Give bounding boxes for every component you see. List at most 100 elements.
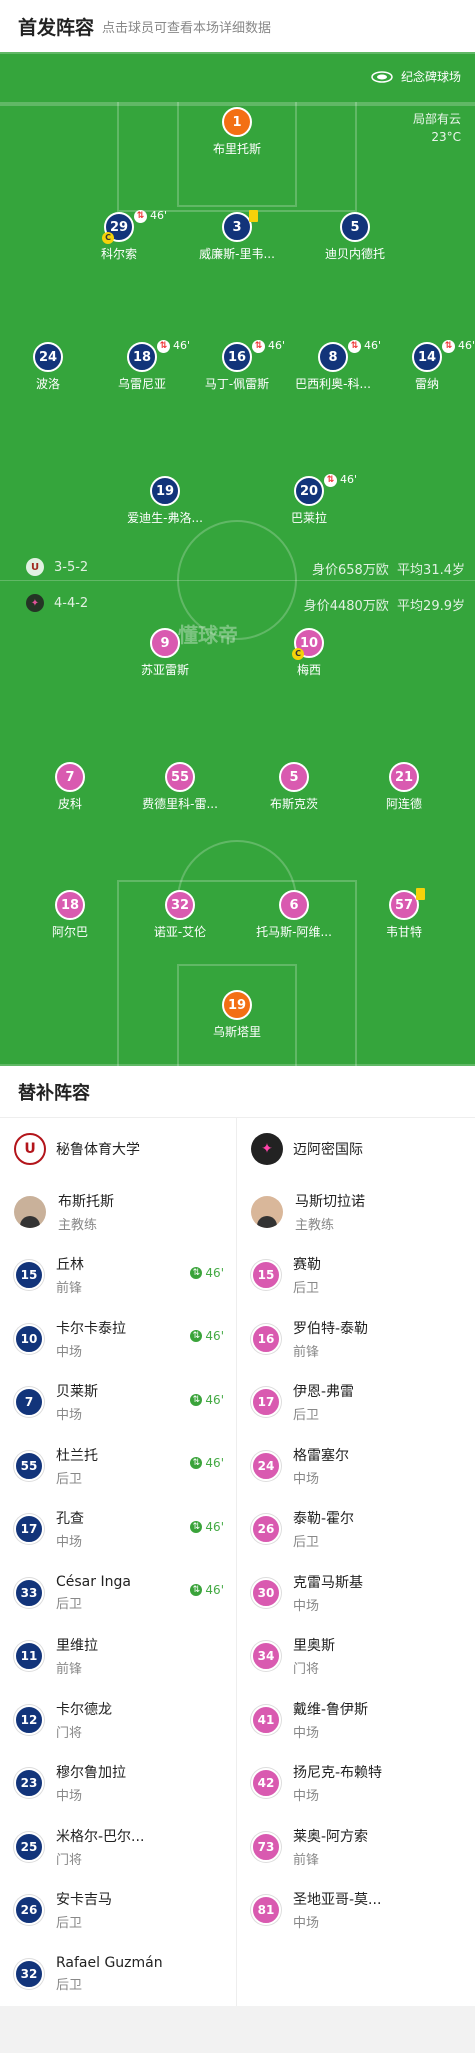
player-number: 26 (251, 1514, 281, 1545)
home-player[interactable]: 19 爱迪生-弗洛... (110, 476, 220, 526)
player-position: 后卫 (56, 1977, 83, 1993)
player-number: 25 (14, 1831, 44, 1862)
bench-player[interactable]: 23 穆尔鲁加拉 中场 (0, 1752, 236, 1816)
bench-player[interactable]: 26 泰勒-霍尔 后卫 (237, 1498, 475, 1562)
player-number: 42 (251, 1768, 281, 1799)
bench-player[interactable]: 15 丘林 前锋 ⇅ 46' (0, 1244, 236, 1308)
away-player[interactable]: 10 C 梅西 (254, 628, 364, 678)
player-name: 丘林 (56, 1257, 84, 1274)
bench-player[interactable]: 17 孔查 中场 ⇅ 46' (0, 1498, 236, 1562)
yellow-card-icon (416, 888, 425, 900)
lineup-header: 首发阵容 点击球员可查看本场详细数据 (0, 0, 475, 52)
coach-avatar (14, 1195, 46, 1228)
player-number: 32 (14, 1958, 44, 1989)
away-coach[interactable]: 马斯切拉诺 主教练 (237, 1180, 475, 1244)
sub-in-indicator: ⇅ 46' (190, 1393, 224, 1407)
sub-out-icon: ⇅ (442, 340, 455, 353)
home-player[interactable]: 16 ⇅ 46' 马丁-佩雷斯 (182, 339, 292, 392)
bench-player[interactable]: 33 César Inga 后卫 ⇅ 46' (0, 1561, 236, 1625)
player-number: 23 (14, 1768, 44, 1799)
page-title: 首发阵容 (18, 16, 95, 39)
player-name: 莱奥-阿方索 (293, 1828, 369, 1845)
away-player[interactable]: 6 托马斯-阿维... (239, 890, 349, 940)
home-player[interactable]: 1 布里托斯 (182, 107, 292, 157)
bench-player[interactable]: 42 扬尼克-布赖特 中场 (237, 1752, 475, 1816)
away-player[interactable]: 57 韦甘特 (349, 888, 459, 940)
bench-player[interactable]: 15 赛勒 后卫 (237, 1244, 475, 1308)
page-subtitle: 点击球员可查看本场详细数据 (102, 20, 272, 36)
sub-in-icon: ⇅ (190, 1330, 203, 1342)
home-player[interactable]: 18 ⇅ 46' 乌雷尼亚 (87, 339, 197, 392)
player-position: 后卫 (56, 1471, 83, 1487)
away-player[interactable]: 21 阿连德 (349, 762, 459, 812)
player-name: 杜兰托 (56, 1447, 98, 1464)
bench-player[interactable]: 81 圣地亚哥-莫... 中场 (237, 1879, 475, 1943)
bench-player[interactable]: 25 米格尔-巴尔... 门将 (0, 1815, 236, 1879)
stadium-icon (371, 70, 393, 83)
home-team-header[interactable]: U 秘鲁体育大学 (0, 1118, 236, 1180)
away-player[interactable]: 9 苏亚雷斯 (110, 628, 220, 678)
bench-player[interactable]: 32 Rafael Guzmán 后卫 (0, 1942, 236, 2006)
bench-player[interactable]: 12 卡尔德龙 门将 (0, 1688, 236, 1752)
player-position: 门将 (56, 1725, 83, 1741)
away-player[interactable]: 55 费德里科-雷... (125, 762, 235, 812)
player-number: 24 (251, 1450, 281, 1481)
coach-avatar (251, 1195, 283, 1228)
player-number: 33 (14, 1577, 44, 1608)
away-player[interactable]: 5 布斯克茨 (239, 762, 349, 812)
bench-player[interactable]: 7 贝莱斯 中场 ⇅ 46' (0, 1371, 236, 1435)
player-name: 戴维-鲁伊斯 (293, 1701, 369, 1718)
player-position: 中场 (293, 1471, 320, 1487)
bench-player[interactable]: 30 克雷马斯基 中场 (237, 1561, 475, 1625)
player-position: 中场 (293, 1725, 320, 1741)
player-position: 中场 (56, 1789, 83, 1805)
away-player[interactable]: 19 乌斯塔里 (182, 990, 292, 1040)
player-number: 17 (251, 1387, 281, 1418)
player-position: 中场 (56, 1344, 83, 1360)
away-team-header[interactable]: ✦ 迈阿密国际 (237, 1118, 475, 1180)
away-player[interactable]: 32 诺亚-艾伦 (125, 890, 235, 940)
sub-in-indicator: ⇅ 46' (190, 1456, 224, 1470)
sub-in-indicator: ⇅ 46' (190, 1520, 224, 1534)
player-name: 圣地亚哥-莫... (293, 1892, 382, 1909)
player-position: 中场 (293, 1916, 320, 1932)
sub-in-icon: ⇅ (190, 1520, 203, 1533)
player-position: 前锋 (56, 1662, 83, 1678)
away-team-info: ✦ 4-4-2 身价4480万欧 平均29.9岁 (0, 592, 475, 614)
home-player[interactable]: 5 迪贝内德托 (300, 212, 410, 262)
player-position: 后卫 (56, 1596, 83, 1612)
home-coach[interactable]: 布斯托斯 主教练 (0, 1180, 236, 1244)
player-position: 前锋 (56, 1281, 83, 1297)
player-position: 前锋 (293, 1344, 320, 1360)
sub-out-icon: ⇅ (252, 340, 265, 353)
player-name: 卡尔德龙 (56, 1701, 112, 1718)
home-player[interactable]: 14 ⇅ 46' 雷纳 (372, 339, 475, 392)
home-bench: U 秘鲁体育大学 布斯托斯 主教练 15 丘林 前锋 ⇅ 46' 10 卡尔卡泰拉 中场 ⇅ 46' 7… (0, 1118, 237, 2006)
player-position: 门将 (56, 1852, 83, 1868)
home-player[interactable]: 20 ⇅ 46' 巴莱拉 (254, 473, 364, 526)
captain-icon: C (292, 648, 304, 660)
player-number: 15 (251, 1260, 281, 1291)
bench-player[interactable]: 55 杜兰托 后卫 ⇅ 46' (0, 1434, 236, 1498)
venue-name: 纪念碑球场 (400, 70, 461, 84)
bench-player[interactable]: 41 戴维-鲁伊斯 中场 (237, 1688, 475, 1752)
sub-out-icon: ⇅ (324, 474, 337, 487)
bench-player[interactable]: 73 莱奥-阿方索 前锋 (237, 1815, 475, 1879)
away-player[interactable]: 7 皮科 (15, 762, 125, 812)
home-player[interactable]: 29 ⇅ 46' C 科尔索 (64, 209, 174, 262)
sub-out-icon: ⇅ (348, 340, 361, 353)
sub-in-icon: ⇅ (190, 1457, 203, 1469)
player-name: 伊恩-弗雷 (293, 1384, 355, 1401)
bench-player[interactable]: 34 里奥斯 门将 (237, 1625, 475, 1689)
bench-player[interactable]: 10 卡尔卡泰拉 中场 ⇅ 46' (0, 1307, 236, 1371)
bench-player[interactable]: 26 安卡吉马 后卫 (0, 1879, 236, 1943)
bench-player[interactable]: 11 里维拉 前锋 (0, 1625, 236, 1689)
away-team-logo-icon: ✦ (26, 594, 44, 612)
sub-in-indicator: ⇅ 46' (190, 1583, 224, 1597)
bench-player[interactable]: 24 格雷塞尔 中场 (237, 1434, 475, 1498)
bench-title: 替补阵容 (0, 1066, 475, 1118)
bench-player[interactable]: 16 罗伯特-泰勒 前锋 (237, 1307, 475, 1371)
home-player[interactable]: 3 威廉斯-里韦... (182, 210, 292, 262)
bench-player[interactable]: 17 伊恩-弗雷 后卫 (237, 1371, 475, 1435)
away-player[interactable]: 18 阿尔巴 (15, 890, 125, 940)
